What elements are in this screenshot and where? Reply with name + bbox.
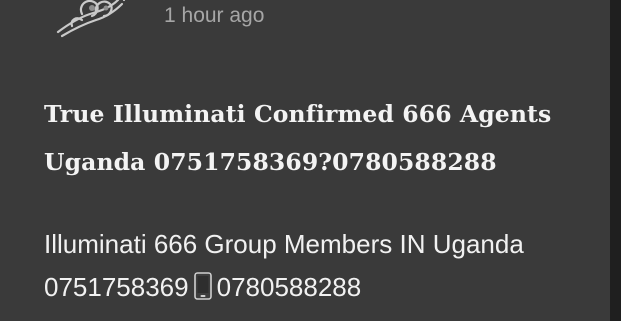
avatar-image bbox=[56, 0, 126, 38]
post-title[interactable]: True Illuminati Confirmed 666 Agents Uga… bbox=[44, 90, 610, 186]
avatar[interactable] bbox=[52, 0, 132, 38]
post-title-line-2: Uganda 0751758369?0780588288 bbox=[44, 148, 497, 176]
scroll-edge bbox=[610, 0, 621, 321]
post-body-line-1: Illuminati 666 Group Members IN Uganda bbox=[44, 229, 524, 259]
post-title-line-1: True Illuminati Confirmed 666 Agents bbox=[44, 100, 552, 128]
post-timestamp: 1 hour ago bbox=[164, 4, 265, 27]
post-body: Illuminati 666 Group Members IN Uganda 0… bbox=[44, 223, 610, 313]
post-card: 1 hour ago True Illuminati Confirmed 666… bbox=[0, 0, 621, 321]
post-body-phone-2: 0780588288 bbox=[216, 272, 362, 302]
mobile-phone-icon bbox=[193, 270, 212, 313]
post-body-phone-1: 0751758369 bbox=[44, 272, 189, 302]
